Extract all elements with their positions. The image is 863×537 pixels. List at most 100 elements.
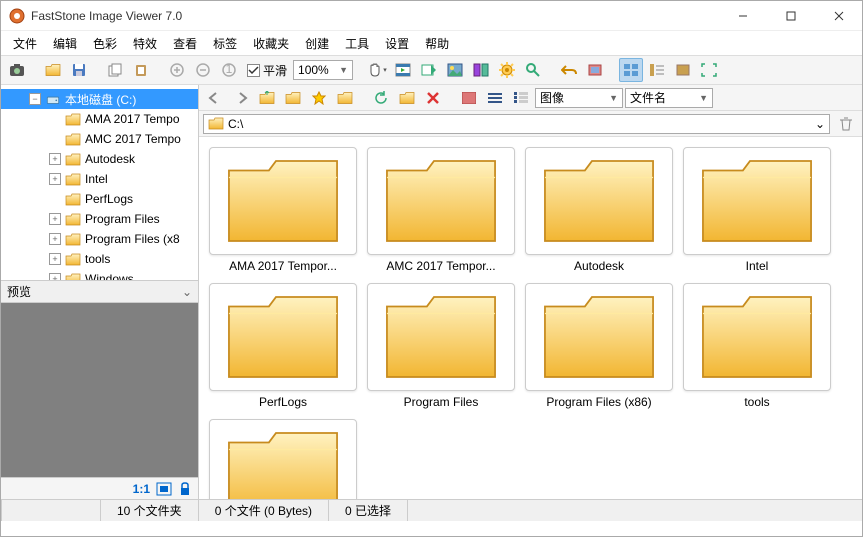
zoom-out-icon[interactable]	[191, 58, 215, 82]
path-input[interactable]: C:\ ⌄	[203, 114, 830, 134]
fit-window-icon[interactable]	[156, 482, 172, 496]
nav-toolbar: 图像▼ 文件名▼	[199, 85, 862, 111]
menu-color[interactable]: 色彩	[87, 33, 123, 54]
folder-icon	[208, 117, 224, 130]
compare-icon[interactable]	[469, 58, 493, 82]
folder-thumb[interactable]: Intel	[681, 147, 833, 273]
slideshow-icon[interactable]	[391, 58, 415, 82]
skin-icon[interactable]	[583, 58, 607, 82]
folder-thumb[interactable]: AMC 2017 Tempor...	[365, 147, 517, 273]
folder-thumb[interactable]: Autodesk	[523, 147, 675, 273]
menu-edit[interactable]: 编辑	[47, 33, 83, 54]
preview-header: 预览 ⌄	[1, 281, 198, 303]
acquire-icon[interactable]	[5, 58, 29, 82]
main-toolbar: 1 平滑 100%▼ ▾	[1, 55, 862, 85]
status-folders: 10 个文件夹	[101, 500, 199, 521]
tree-item[interactable]: AMA 2017 Tempo	[1, 109, 198, 129]
view-thumbnails-icon[interactable]	[619, 58, 643, 82]
new-folder-icon[interactable]	[395, 86, 419, 110]
menu-tools[interactable]: 工具	[339, 33, 375, 54]
close-button[interactable]	[824, 6, 854, 26]
smooth-label: 平滑	[263, 62, 287, 79]
folder-icon	[65, 253, 81, 266]
zoom-in-icon[interactable]	[165, 58, 189, 82]
hand-icon[interactable]: ▾	[365, 58, 389, 82]
wallpaper-icon[interactable]	[443, 58, 467, 82]
tree-item[interactable]: AMC 2017 Tempo	[1, 129, 198, 149]
maximize-button[interactable]	[776, 6, 806, 26]
menubar: 文件 编辑 色彩 特效 查看 标签 收藏夹 创建 工具 设置 帮助	[1, 31, 862, 55]
folder-icon	[532, 154, 666, 248]
menu-view[interactable]: 查看	[167, 33, 203, 54]
tree-item[interactable]: +Intel	[1, 169, 198, 189]
tree-item[interactable]: +Autodesk	[1, 149, 198, 169]
undo-icon[interactable]	[557, 58, 581, 82]
folder-icon	[216, 290, 350, 384]
menu-settings[interactable]: 设置	[379, 33, 415, 54]
search-icon[interactable]	[521, 58, 545, 82]
filter-combo[interactable]: 图像▼	[535, 88, 623, 108]
folder-icon	[532, 290, 666, 384]
open-icon[interactable]	[41, 58, 65, 82]
folder-icon	[65, 153, 81, 166]
folder-icon	[374, 154, 508, 248]
folder-icon	[690, 154, 824, 248]
view-single-icon[interactable]	[671, 58, 695, 82]
statusbar: 10 个文件夹 0 个文件 (0 Bytes) 0 已选择	[1, 499, 862, 521]
send-icon[interactable]	[417, 58, 441, 82]
zoom-combo[interactable]: 100%▼	[293, 60, 353, 80]
view-details-icon[interactable]	[645, 58, 669, 82]
tree-item[interactable]: +tools	[1, 249, 198, 269]
copy-icon[interactable]	[103, 58, 127, 82]
folder-icon	[65, 173, 81, 186]
menu-tags[interactable]: 标签	[207, 33, 243, 54]
nav-up-icon[interactable]	[255, 86, 279, 110]
menu-effects[interactable]: 特效	[127, 33, 163, 54]
trash-icon[interactable]	[834, 112, 858, 136]
tree-item[interactable]: PerfLogs	[1, 189, 198, 209]
nav-fav-icon[interactable]	[307, 86, 331, 110]
tree-item[interactable]: +Windows	[1, 269, 198, 281]
tree-item[interactable]: +Program Files	[1, 209, 198, 229]
zoom-ratio: 1:1	[133, 482, 150, 496]
paste-icon[interactable]	[129, 58, 153, 82]
folder-thumb[interactable]: tools	[681, 283, 833, 409]
delete-icon[interactable]	[421, 86, 445, 110]
folder-icon	[65, 273, 81, 282]
refresh-icon[interactable]	[369, 86, 393, 110]
view-large-icon[interactable]	[457, 86, 481, 110]
smooth-checkbox[interactable]: 平滑	[243, 62, 291, 79]
folder-thumb[interactable]: PerfLogs	[207, 283, 359, 409]
menu-favorites[interactable]: 收藏夹	[247, 33, 295, 54]
menu-help[interactable]: 帮助	[419, 33, 455, 54]
chevron-down-icon[interactable]: ⌄	[815, 117, 825, 131]
folder-thumb[interactable]: Windows	[207, 419, 359, 499]
thumbnail-view[interactable]: AMA 2017 Tempor... AMC 2017 Tempor... Au…	[199, 137, 862, 499]
chevron-down-icon[interactable]: ⌄	[182, 285, 192, 299]
save-icon[interactable]	[67, 58, 91, 82]
window-title: FastStone Image Viewer 7.0	[31, 9, 728, 23]
nav-desktop-icon[interactable]	[333, 86, 357, 110]
folder-thumb[interactable]: Program Files	[365, 283, 517, 409]
tree-drive-c[interactable]: − 本地磁盘 (C:)	[1, 89, 198, 109]
view-small-icon[interactable]	[509, 86, 533, 110]
lock-zoom-icon[interactable]	[178, 482, 192, 496]
menu-create[interactable]: 创建	[299, 33, 335, 54]
folder-thumb[interactable]: AMA 2017 Tempor...	[207, 147, 359, 273]
nav-back-icon[interactable]	[203, 86, 227, 110]
path-bar: C:\ ⌄	[199, 111, 862, 137]
tree-item[interactable]: +Program Files (x8	[1, 229, 198, 249]
sort-combo[interactable]: 文件名▼	[625, 88, 713, 108]
actual-size-icon[interactable]: 1	[217, 58, 241, 82]
settings-gear-icon[interactable]	[495, 58, 519, 82]
folder-thumb[interactable]: Program Files (x86)	[523, 283, 675, 409]
menu-file[interactable]: 文件	[7, 33, 43, 54]
nav-home-icon[interactable]	[281, 86, 305, 110]
view-list-icon[interactable]	[483, 86, 507, 110]
minimize-button[interactable]	[728, 6, 758, 26]
fullscreen-icon[interactable]	[697, 58, 721, 82]
folder-tree[interactable]: − 本地磁盘 (C:) AMA 2017 Tempo AMC 2017 Temp…	[1, 85, 198, 281]
status-selected: 0 已选择	[329, 500, 408, 521]
nav-forward-icon[interactable]	[229, 86, 253, 110]
app-icon	[9, 8, 25, 24]
